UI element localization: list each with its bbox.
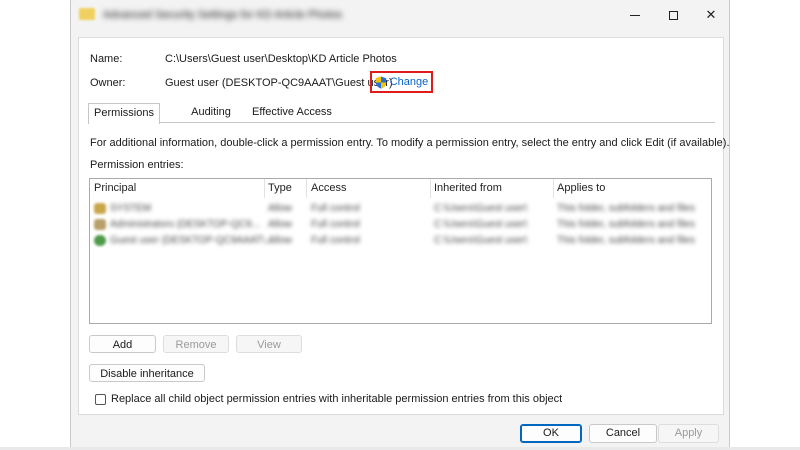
tab-divider: [88, 122, 715, 123]
permissions-help-text: For additional information, double-click…: [90, 137, 730, 149]
column-type[interactable]: Type: [268, 182, 292, 194]
title-bar[interactable]: Advanced Security Settings for KD Articl…: [71, 0, 729, 30]
cancel-button[interactable]: Cancel: [589, 424, 657, 443]
column-access[interactable]: Access: [311, 182, 346, 194]
cell-inherited-from: C:\Users\Guest user\: [434, 219, 528, 230]
minimize-button[interactable]: [616, 0, 654, 30]
remove-button[interactable]: Remove: [163, 335, 229, 353]
cell-access: Full control: [311, 219, 360, 230]
cell-access: Full control: [311, 235, 360, 246]
name-value: C:\Users\Guest user\Desktop\KD Article P…: [165, 53, 397, 65]
cell-applies-to: This folder, subfolders and files: [557, 235, 695, 246]
add-button[interactable]: Add: [89, 335, 156, 353]
permission-entries-list[interactable]: Principal Type Access Inherited from App…: [89, 178, 712, 324]
column-separator[interactable]: [264, 179, 265, 198]
ok-button[interactable]: OK: [520, 424, 582, 443]
change-link-text: Change: [389, 76, 429, 88]
cell-type: Allow: [268, 203, 292, 214]
apply-button[interactable]: Apply: [658, 424, 719, 443]
minimize-icon: [630, 14, 640, 16]
cell-principal: Administrators (DESKTOP-QC9...: [110, 219, 260, 230]
owner-value: Guest user (DESKTOP-QC9AAAT\Guest user): [165, 77, 393, 89]
tab-permissions[interactable]: Permissions: [88, 103, 160, 124]
dialog-content: Name: C:\Users\Guest user\Desktop\KD Art…: [78, 37, 730, 415]
list-header: Principal Type Access Inherited from App…: [90, 179, 711, 198]
table-row[interactable]: Administrators (DESKTOP-QC9... Allow Ful…: [90, 217, 711, 233]
disable-inheritance-button[interactable]: Disable inheritance: [89, 364, 205, 382]
table-row[interactable]: Guest user (DESKTOP-QC9AAAT\... Allow Fu…: [90, 233, 711, 249]
permission-entries-label: Permission entries:: [90, 159, 184, 171]
folder-icon: [79, 8, 95, 20]
close-button[interactable]: ✕: [692, 0, 730, 30]
close-icon: ✕: [705, 7, 717, 22]
table-row[interactable]: SYSTEM Allow Full control C:\Users\Guest…: [90, 201, 711, 217]
column-separator[interactable]: [553, 179, 554, 198]
replace-child-entries-label[interactable]: Replace all child object permission entr…: [111, 393, 562, 405]
replace-child-entries-checkbox[interactable]: [95, 394, 106, 405]
maximize-icon: [668, 10, 678, 20]
cell-inherited-from: C:\Users\Guest user\: [434, 235, 528, 246]
change-owner-link[interactable]: Change: [370, 71, 433, 93]
tab-effective-access[interactable]: Effective Access: [249, 103, 335, 122]
cell-applies-to: This folder, subfolders and files: [557, 219, 695, 230]
system-group-icon: [94, 203, 106, 214]
cell-type: Allow: [268, 219, 292, 230]
cell-principal: SYSTEM: [110, 203, 152, 214]
tab-auditing[interactable]: Auditing: [173, 103, 249, 122]
view-button[interactable]: View: [236, 335, 302, 353]
advanced-security-dialog: Advanced Security Settings for KD Articl…: [70, 0, 730, 450]
cell-access: Full control: [311, 203, 360, 214]
cell-inherited-from: C:\Users\Guest user\: [434, 203, 528, 214]
column-separator[interactable]: [430, 179, 431, 198]
window-title: Advanced Security Settings for KD Articl…: [103, 9, 343, 21]
cell-type: Allow: [268, 235, 292, 246]
admin-group-icon: [94, 219, 106, 230]
uac-shield-icon: [375, 76, 386, 89]
maximize-button[interactable]: [654, 0, 692, 30]
column-separator[interactable]: [306, 179, 307, 198]
owner-label: Owner:: [90, 77, 126, 89]
column-inherited-from[interactable]: Inherited from: [434, 182, 502, 194]
name-label: Name:: [90, 53, 123, 65]
column-applies-to[interactable]: Applies to: [557, 182, 605, 194]
user-icon: [94, 235, 106, 246]
column-principal[interactable]: Principal: [94, 182, 136, 194]
cell-principal: Guest user (DESKTOP-QC9AAAT\...: [110, 235, 274, 246]
cell-applies-to: This folder, subfolders and files: [557, 203, 695, 214]
